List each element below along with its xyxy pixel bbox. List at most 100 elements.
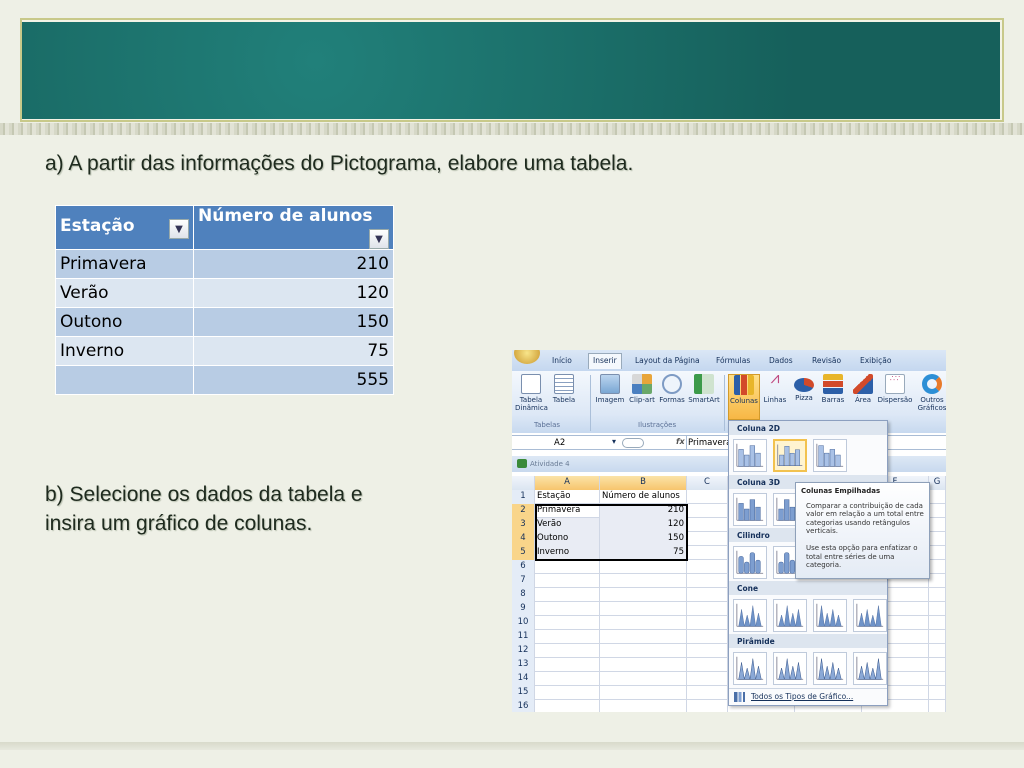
cell[interactable] xyxy=(600,686,687,700)
cell[interactable] xyxy=(600,616,687,630)
cell[interactable] xyxy=(687,546,728,560)
formula-splitter[interactable] xyxy=(622,438,644,448)
cell[interactable] xyxy=(929,574,946,588)
column-header-a[interactable]: A xyxy=(535,476,600,490)
cell[interactable] xyxy=(535,616,600,630)
row-header[interactable]: 3 xyxy=(512,518,535,532)
chart-type-pir-mide-3-icon[interactable] xyxy=(813,652,847,685)
cell[interactable] xyxy=(929,644,946,658)
cell[interactable] xyxy=(535,630,600,644)
cell[interactable] xyxy=(535,644,600,658)
chart-type-cone-1-icon[interactable] xyxy=(733,599,767,632)
row-header[interactable]: 5 xyxy=(512,546,535,560)
row-header[interactable]: 16 xyxy=(512,700,535,712)
other-charts-button[interactable]: Outros Gráficos xyxy=(916,374,946,412)
cell[interactable] xyxy=(535,672,600,686)
bar-chart-button[interactable]: Barras xyxy=(819,374,847,404)
cell[interactable] xyxy=(687,686,728,700)
pie-chart-button[interactable]: Pizza xyxy=(791,374,817,402)
name-box-dropdown-icon[interactable]: ▾ xyxy=(612,437,616,446)
row-header[interactable]: 7 xyxy=(512,574,535,588)
cell[interactable] xyxy=(929,518,946,532)
cell[interactable] xyxy=(929,504,946,518)
cell[interactable] xyxy=(687,532,728,546)
cell[interactable] xyxy=(687,560,728,574)
line-chart-button[interactable]: ⩘ Linhas xyxy=(762,370,788,405)
cell[interactable] xyxy=(600,658,687,672)
tab-inicio[interactable]: Início xyxy=(552,356,572,365)
cell[interactable] xyxy=(600,560,687,574)
cell[interactable] xyxy=(687,574,728,588)
chart-type-pir-mide-2-icon[interactable] xyxy=(773,652,807,685)
formula-input[interactable]: Primavera xyxy=(688,438,731,448)
cell[interactable] xyxy=(687,644,728,658)
office-button[interactable] xyxy=(514,350,540,364)
cell[interactable] xyxy=(687,504,728,518)
picture-button[interactable]: Imagem xyxy=(594,374,626,404)
cell[interactable] xyxy=(535,588,600,602)
row-header[interactable]: 8 xyxy=(512,588,535,602)
cell[interactable] xyxy=(687,630,728,644)
chart-type-coluna-2d-3-icon[interactable] xyxy=(813,439,847,472)
row-header[interactable]: 2 xyxy=(512,504,535,518)
cell[interactable] xyxy=(535,560,600,574)
cell[interactable] xyxy=(929,546,946,560)
cell[interactable] xyxy=(929,490,946,504)
cell[interactable] xyxy=(929,672,946,686)
cell[interactable] xyxy=(929,602,946,616)
column-header-b[interactable]: B xyxy=(600,476,687,490)
filter-dropdown-icon[interactable]: ▼ xyxy=(369,229,389,249)
row-header[interactable]: 13 xyxy=(512,658,535,672)
cell[interactable] xyxy=(535,658,600,672)
column-header-c[interactable]: C xyxy=(687,476,728,490)
chart-type-pir-mide-4-icon[interactable] xyxy=(853,652,887,685)
cell[interactable] xyxy=(535,602,600,616)
cell[interactable] xyxy=(600,672,687,686)
cell[interactable]: Estação xyxy=(535,490,600,504)
row-header[interactable]: 12 xyxy=(512,644,535,658)
chart-type-coluna-2d-1-icon[interactable] xyxy=(733,439,767,472)
tab-layout[interactable]: Layout da Página xyxy=(635,356,700,365)
cell[interactable] xyxy=(929,658,946,672)
cell[interactable] xyxy=(535,686,600,700)
chart-type-coluna-2d-2-icon[interactable] xyxy=(773,439,807,472)
cell[interactable] xyxy=(600,630,687,644)
cell[interactable] xyxy=(687,700,728,712)
row-header[interactable]: 6 xyxy=(512,560,535,574)
column-header-g[interactable]: G xyxy=(929,476,946,490)
chart-type-cone-4-icon[interactable] xyxy=(853,599,887,632)
fx-icon[interactable]: fx xyxy=(676,437,685,446)
table-button[interactable]: Tabela xyxy=(550,374,578,404)
chart-type-cone-2-icon[interactable] xyxy=(773,599,807,632)
smartart-button[interactable]: SmartArt xyxy=(687,374,721,404)
chart-type-cone-3-icon[interactable] xyxy=(813,599,847,632)
all-chart-types-button[interactable]: Todos os Tipos de Gráfico... xyxy=(729,688,887,704)
filter-dropdown-icon[interactable]: ▼ xyxy=(169,219,189,239)
tab-revisao[interactable]: Revisão xyxy=(812,356,841,365)
cell[interactable] xyxy=(535,700,600,712)
row-header[interactable]: 10 xyxy=(512,616,535,630)
area-chart-button[interactable]: Área xyxy=(851,374,875,404)
cell[interactable] xyxy=(929,532,946,546)
columns-chart-button[interactable]: Colunas xyxy=(728,374,760,420)
chart-type-cilindro-1-icon[interactable] xyxy=(733,546,767,579)
cell[interactable] xyxy=(929,630,946,644)
row-header[interactable]: 11 xyxy=(512,630,535,644)
cell[interactable] xyxy=(535,574,600,588)
cell[interactable] xyxy=(687,658,728,672)
row-header[interactable]: 1 xyxy=(512,490,535,504)
cell[interactable] xyxy=(929,686,946,700)
row-header[interactable]: 9 xyxy=(512,602,535,616)
cell[interactable] xyxy=(687,490,728,504)
tab-dados[interactable]: Dados xyxy=(769,356,793,365)
row-header[interactable]: 4 xyxy=(512,532,535,546)
cell[interactable] xyxy=(600,602,687,616)
cell[interactable] xyxy=(600,588,687,602)
cell[interactable] xyxy=(687,588,728,602)
cell[interactable] xyxy=(687,518,728,532)
cell[interactable] xyxy=(929,616,946,630)
name-box[interactable]: A2 xyxy=(554,438,565,448)
scatter-chart-button[interactable]: ∴∵ Dispersão xyxy=(876,374,914,404)
pivot-table-button[interactable]: Tabela Dinâmica xyxy=(515,374,548,412)
cell[interactable] xyxy=(929,700,946,712)
